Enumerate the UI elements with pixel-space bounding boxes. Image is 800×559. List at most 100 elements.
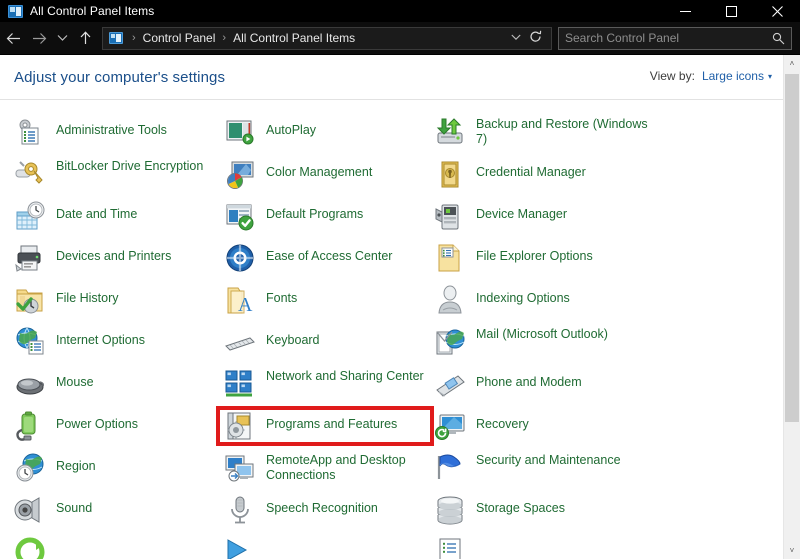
- chevron-down-icon[interactable]: [505, 33, 527, 43]
- control-panel-item[interactable]: BitLocker Drive Encryption: [8, 155, 218, 197]
- control-panel-item[interactable]: [218, 533, 428, 559]
- control-panel-item-label[interactable]: Backup and Restore (Windows 7): [476, 116, 656, 147]
- control-panel-item-label[interactable]: Default Programs: [266, 200, 363, 222]
- control-panel-item-label[interactable]: Device Manager: [476, 200, 567, 222]
- search-input[interactable]: [565, 31, 772, 45]
- window-title: All Control Panel Items: [30, 4, 155, 18]
- file-explorer-options-icon: [434, 242, 466, 274]
- control-panel-item-label[interactable]: Date and Time: [56, 200, 137, 222]
- control-panel-item-label[interactable]: File History: [56, 284, 119, 306]
- control-panel-item-label[interactable]: Administrative Tools: [56, 116, 167, 138]
- taskbar-navigation-icon: [224, 536, 256, 559]
- control-panel-item-label[interactable]: Mouse: [56, 368, 94, 390]
- recent-locations-button[interactable]: [52, 25, 72, 51]
- control-panel-item-label[interactable]: Indexing Options: [476, 284, 570, 306]
- control-panel-item[interactable]: Power Options: [8, 407, 218, 449]
- control-panel-item[interactable]: Security and Maintenance: [428, 449, 688, 491]
- sound-icon: [14, 494, 46, 526]
- breadcrumb-all-control-panel-items[interactable]: All Control Panel Items: [231, 31, 357, 45]
- control-panel-item-label[interactable]: RemoteApp and Desktop Connections: [266, 452, 428, 483]
- control-panel-item[interactable]: Speech Recognition: [218, 491, 428, 533]
- control-panel-item[interactable]: Indexing Options: [428, 281, 688, 323]
- control-panel-icon: [109, 32, 123, 44]
- chevron-down-icon[interactable]: ▾: [768, 72, 772, 81]
- view-by-value[interactable]: Large icons: [702, 69, 764, 83]
- control-panel-item[interactable]: Network and Sharing Center: [218, 365, 428, 407]
- scrollbar-track[interactable]: [784, 72, 800, 542]
- breadcrumb-separator: ›: [222, 32, 227, 44]
- control-panel-item[interactable]: A Fonts: [218, 281, 428, 323]
- control-panel-item[interactable]: File History: [8, 281, 218, 323]
- maximize-button[interactable]: [708, 0, 754, 22]
- control-panel-item-label[interactable]: Fonts: [266, 284, 297, 306]
- control-panel-item[interactable]: Mail (Microsoft Outlook): [428, 323, 688, 365]
- control-panel-item-label[interactable]: Sound: [56, 494, 92, 516]
- control-panel-item[interactable]: Recovery: [428, 407, 688, 449]
- svg-text:A: A: [238, 294, 253, 316]
- control-panel-item[interactable]: Region: [8, 449, 218, 491]
- control-panel-item-label[interactable]: Security and Maintenance: [476, 452, 621, 468]
- scroll-up-arrow[interactable]: ˄: [784, 55, 800, 72]
- control-panel-item-label[interactable]: Color Management: [266, 158, 372, 180]
- phone-and-modem-icon: [434, 368, 466, 400]
- view-by-control: View by: Large icons ▾: [650, 69, 772, 83]
- control-panel-item[interactable]: Device Manager: [428, 197, 688, 239]
- control-panel-item-label[interactable]: Ease of Access Center: [266, 242, 392, 264]
- view-by-label: View by:: [649, 69, 695, 83]
- search-icon[interactable]: [772, 32, 785, 45]
- search-box[interactable]: [558, 26, 792, 50]
- control-panel-item-label[interactable]: Recovery: [476, 410, 529, 432]
- control-panel-item[interactable]: Storage Spaces: [428, 491, 688, 533]
- control-panel-item-label[interactable]: Phone and Modem: [476, 368, 582, 390]
- minimize-button[interactable]: [662, 0, 708, 22]
- control-panel-item[interactable]: File Explorer Options: [428, 239, 688, 281]
- close-button[interactable]: [754, 0, 800, 22]
- control-panel-item[interactable]: [8, 533, 218, 559]
- control-panel-item[interactable]: Default Programs: [218, 197, 428, 239]
- backup-and-restore-icon: [434, 116, 466, 148]
- control-panel-item[interactable]: Programs and Features: [218, 407, 428, 449]
- control-panel-item-label[interactable]: Power Options: [56, 410, 138, 432]
- control-panel-item[interactable]: RemoteApp and Desktop Connections: [218, 449, 428, 491]
- control-panel-item[interactable]: Backup and Restore (Windows 7): [428, 113, 688, 155]
- control-panel-item-label[interactable]: Keyboard: [266, 326, 320, 348]
- control-panel-item-label[interactable]: Mail (Microsoft Outlook): [476, 326, 608, 342]
- forward-button[interactable]: [26, 25, 52, 51]
- control-panel-item[interactable]: Keyboard: [218, 323, 428, 365]
- control-panel-item-label[interactable]: File Explorer Options: [476, 242, 593, 264]
- breadcrumb-control-panel[interactable]: Control Panel: [141, 31, 218, 45]
- control-panel-item[interactable]: Internet Options: [8, 323, 218, 365]
- control-panel-item-label[interactable]: AutoPlay: [266, 116, 316, 138]
- control-panel-item-label[interactable]: BitLocker Drive Encryption: [56, 158, 203, 174]
- administrative-tools-icon: [14, 116, 46, 148]
- refresh-icon[interactable]: [527, 30, 547, 46]
- control-panel-item-label[interactable]: Credential Manager: [476, 158, 586, 180]
- up-button[interactable]: [72, 25, 98, 51]
- address-bar[interactable]: › Control Panel › All Control Panel Item…: [102, 26, 552, 50]
- control-panel-item[interactable]: Phone and Modem: [428, 365, 688, 407]
- scrollbar-thumb[interactable]: [785, 74, 799, 422]
- control-panel-item[interactable]: Credential Manager: [428, 155, 688, 197]
- control-panel-item-label[interactable]: Region: [56, 452, 96, 474]
- control-panel-item-label[interactable]: Speech Recognition: [266, 494, 378, 516]
- control-panel-item[interactable]: AutoPlay: [218, 113, 428, 155]
- control-panel-item-label[interactable]: Network and Sharing Center: [266, 368, 424, 384]
- control-panel-item[interactable]: Administrative Tools: [8, 113, 218, 155]
- control-panel-item[interactable]: Mouse: [8, 365, 218, 407]
- internet-options-icon: [14, 326, 46, 358]
- file-history-icon: [14, 284, 46, 316]
- mouse-icon: [14, 368, 46, 400]
- control-panel-item[interactable]: Ease of Access Center: [218, 239, 428, 281]
- vertical-scrollbar[interactable]: ˄ ˅: [783, 55, 800, 559]
- control-panel-item[interactable]: Color Management: [218, 155, 428, 197]
- control-panel-item[interactable]: [428, 533, 688, 559]
- control-panel-item-label[interactable]: Storage Spaces: [476, 494, 565, 516]
- scroll-down-arrow[interactable]: ˅: [784, 542, 800, 559]
- control-panel-item-label[interactable]: Devices and Printers: [56, 242, 171, 264]
- control-panel-item[interactable]: Sound: [8, 491, 218, 533]
- control-panel-item[interactable]: Date and Time: [8, 197, 218, 239]
- back-button[interactable]: [0, 25, 26, 51]
- control-panel-item[interactable]: Devices and Printers: [8, 239, 218, 281]
- control-panel-item-label[interactable]: Programs and Features: [266, 410, 397, 432]
- control-panel-item-label[interactable]: Internet Options: [56, 326, 145, 348]
